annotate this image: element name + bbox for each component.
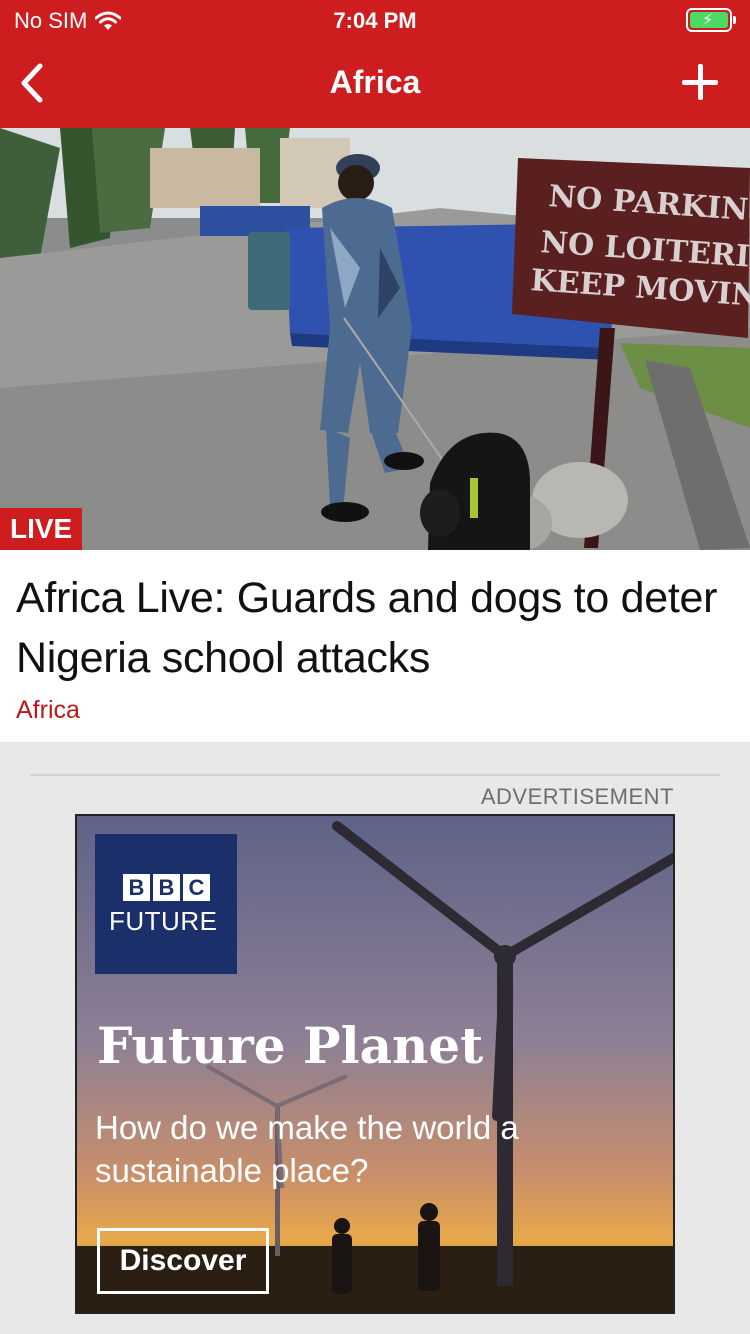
live-badge: LIVE bbox=[0, 508, 83, 550]
page-title: Africa bbox=[329, 64, 421, 100]
ad-title: Future Planet bbox=[97, 1016, 484, 1075]
bbc-logo-subtitle: FUTURE bbox=[109, 906, 218, 936]
story-headline[interactable]: Africa Live: Guards and dogs to deter Ni… bbox=[16, 568, 734, 688]
status-bar: No SIM 7:04 PM ⚡ bbox=[0, 0, 750, 40]
story-topic-link[interactable]: Africa bbox=[16, 696, 734, 725]
status-time: 7:04 PM bbox=[333, 8, 417, 33]
ad-subtitle: How do we make the world a sustainable p… bbox=[95, 1109, 519, 1189]
advertisement-label: ADVERTISEMENT bbox=[480, 784, 674, 809]
battery-icon: ⚡ bbox=[686, 8, 736, 32]
advertisement-section: ADVERTISEMENT B B C FUTURE Future Planet… bbox=[0, 742, 750, 1334]
discover-button[interactable]: Discover bbox=[97, 1228, 269, 1294]
app-header: No SIM 7:04 PM ⚡ Africa bbox=[0, 0, 750, 128]
story-card[interactable]: Africa Live: Guards and dogs to deter Ni… bbox=[0, 550, 750, 742]
story-photo: NO PARKING NO LOITERING KEEP MOVING bbox=[0, 128, 750, 550]
bbc-future-logo: B B C FUTURE bbox=[95, 834, 237, 974]
advertisement-banner[interactable]: B B C FUTURE Future Planet How do we mak… bbox=[75, 814, 675, 1314]
add-topic-button[interactable] bbox=[678, 60, 722, 104]
divider bbox=[30, 774, 720, 776]
navigation-bar: Africa bbox=[0, 40, 750, 128]
bbc-logo-letter: C bbox=[183, 874, 210, 901]
bbc-logo-blocks: B B C bbox=[123, 874, 210, 901]
bbc-logo-letter: B bbox=[123, 874, 150, 901]
bbc-logo-letter: B bbox=[153, 874, 180, 901]
story-image[interactable]: NO PARKING NO LOITERING KEEP MOVING bbox=[0, 128, 750, 550]
